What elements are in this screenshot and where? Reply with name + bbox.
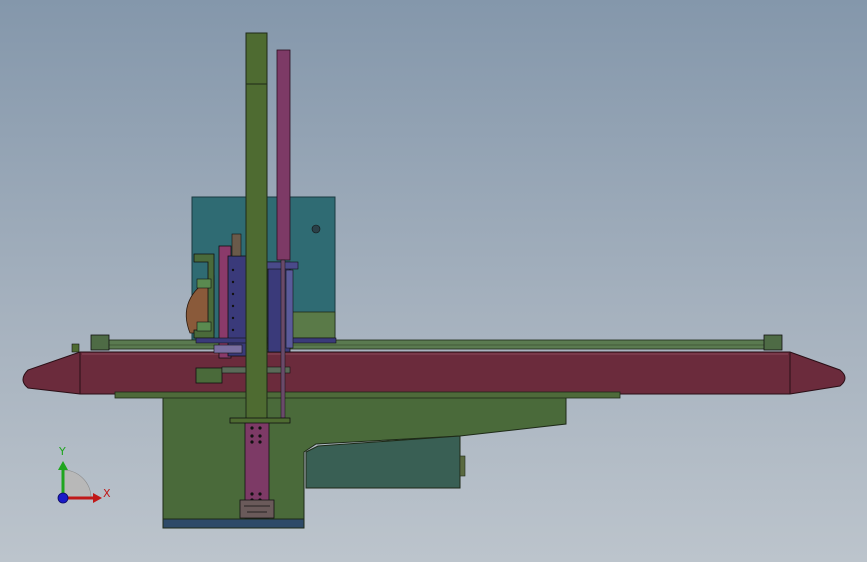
coordinate-triad: Y X	[57, 445, 111, 504]
feed-rod	[276, 49, 291, 261]
main-pillar	[245, 32, 268, 422]
guide-end-left	[90, 334, 110, 351]
side-bracket	[459, 455, 466, 477]
guide-end-right	[763, 334, 783, 351]
table-rail	[22, 351, 846, 395]
triad-arc	[62, 469, 92, 499]
y-axis-label: Y	[58, 445, 66, 458]
housing-bolt	[311, 224, 321, 234]
z-axis-dot	[57, 492, 69, 504]
feed-rod-thin	[280, 259, 286, 419]
small-stub	[71, 343, 80, 353]
slide-plate-right	[285, 269, 294, 349]
x-axis-label: X	[103, 487, 111, 500]
base-side-panel	[305, 435, 461, 489]
cad-viewport[interactable]: Y X	[0, 0, 867, 562]
spindle-fixture	[239, 499, 275, 519]
housing-plate	[287, 311, 336, 339]
clamp-pad-top	[196, 278, 212, 289]
y-axis-arrow	[58, 461, 68, 470]
sensor-cap	[231, 233, 242, 257]
machine-drawing: Y X	[22, 32, 846, 529]
spindle-collar	[229, 417, 291, 424]
base-foot	[162, 518, 305, 529]
carriage-foot-2	[213, 344, 243, 354]
rail-underside	[114, 391, 621, 399]
lower-block	[195, 367, 223, 384]
x-axis-arrow	[93, 493, 102, 503]
clamp-pad-bottom	[196, 321, 212, 332]
